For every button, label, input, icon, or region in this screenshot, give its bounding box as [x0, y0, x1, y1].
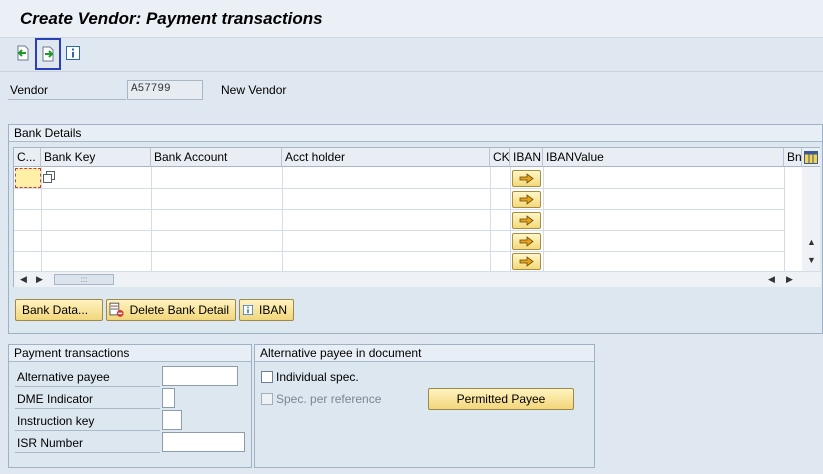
- col-divider: [543, 167, 544, 271]
- delete-bank-detail-label: Delete Bank Detail: [129, 303, 229, 317]
- scroll-up-icon[interactable]: ▲: [807, 237, 816, 247]
- payment-transactions-header: Payment transactions: [9, 345, 251, 362]
- scroll-left-icon[interactable]: ◀: [768, 274, 775, 285]
- bank-details-header: Bank Details: [9, 125, 822, 142]
- info-icon: [243, 305, 253, 315]
- col-divider: [490, 167, 491, 271]
- iban-row-button[interactable]: [512, 170, 541, 187]
- hand-pointer-icon: [519, 236, 534, 247]
- col-divider: [510, 167, 511, 271]
- col-divider: [282, 167, 283, 271]
- horizontal-scrollbar[interactable]: ◀ ▶ ::: ◀ ▶: [14, 272, 821, 287]
- hand-pointer-icon: [519, 256, 534, 267]
- dme-indicator-input[interactable]: [162, 388, 175, 408]
- iban-button[interactable]: IBAN: [239, 299, 294, 321]
- isr-number-input[interactable]: [162, 432, 245, 452]
- bank-data-button[interactable]: Bank Data...: [15, 299, 103, 321]
- row-divider: [14, 251, 784, 252]
- vendor-label-underline: [8, 99, 126, 100]
- iban-button-label: IBAN: [258, 303, 287, 317]
- row-divider: [14, 209, 784, 210]
- hand-pointer-icon: [519, 215, 534, 226]
- iban-row-button[interactable]: [512, 233, 541, 250]
- table-settings-icon: [804, 150, 818, 164]
- permitted-payee-button[interactable]: Permitted Payee: [428, 388, 574, 410]
- col-header-bank-key[interactable]: Bank Key: [41, 148, 151, 167]
- scroll-right-icon[interactable]: ▶: [786, 274, 793, 285]
- spec-per-reference-label: Spec. per reference: [276, 392, 382, 406]
- iban-row-button[interactable]: [512, 191, 541, 208]
- column-settings-button[interactable]: [802, 148, 820, 167]
- individual-spec-label: Individual spec.: [276, 370, 359, 384]
- alternative-payee-document-header: Alternative payee in document: [255, 345, 594, 362]
- title-bar: Create Vendor: Payment transactions: [0, 0, 823, 38]
- scroll-left-icon[interactable]: ◀: [20, 274, 27, 285]
- col-header-country[interactable]: C...: [14, 148, 41, 167]
- iban-row-button[interactable]: [512, 253, 541, 270]
- hand-pointer-icon: [519, 173, 534, 184]
- label-underline: [15, 430, 160, 431]
- alternative-payee-input[interactable]: [162, 366, 238, 386]
- information-button[interactable]: [64, 44, 82, 62]
- value-help-icon: [43, 171, 55, 183]
- col-header-bn[interactable]: Bn: [784, 148, 802, 167]
- iban-row-button[interactable]: [512, 212, 541, 229]
- arrow-right-page-icon: [42, 46, 54, 62]
- hand-pointer-icon: [519, 194, 534, 205]
- col-header-iban[interactable]: IBAN: [510, 148, 543, 167]
- application-toolbar: [0, 38, 823, 72]
- scroll-right-icon[interactable]: ▶: [36, 274, 43, 285]
- label-underline: [15, 452, 160, 453]
- col-header-acct-holder[interactable]: Acct holder: [282, 148, 490, 167]
- vendor-description: New Vendor: [221, 83, 287, 97]
- vendor-label: Vendor: [10, 83, 49, 97]
- scroll-down-icon[interactable]: ▼: [807, 255, 816, 265]
- dme-indicator-label: DME Indicator: [17, 392, 94, 406]
- vendor-number-field[interactable]: A57799: [127, 80, 203, 100]
- page-title: Create Vendor: Payment transactions: [20, 9, 323, 28]
- individual-spec-checkbox[interactable]: [261, 371, 273, 383]
- scroll-thumb[interactable]: :::: [54, 274, 114, 285]
- next-screen-button[interactable]: [35, 38, 61, 70]
- col-divider: [784, 167, 785, 271]
- bank-details-table: C... Bank Key Bank Account Acct holder C…: [13, 147, 821, 287]
- delete-bank-detail-button[interactable]: Delete Bank Detail: [106, 299, 236, 321]
- info-icon: [66, 46, 80, 60]
- bank-key-value-help[interactable]: [42, 170, 56, 184]
- row-divider: [14, 188, 784, 189]
- spec-per-reference-checkbox[interactable]: [261, 393, 273, 405]
- row-divider: [14, 230, 784, 231]
- arrow-left-page-icon: [17, 45, 29, 61]
- alternative-payee-label: Alternative payee: [17, 370, 110, 384]
- instruction-key-input[interactable]: [162, 410, 182, 430]
- isr-number-label: ISR Number: [17, 436, 84, 450]
- col-divider: [151, 167, 152, 271]
- label-underline: [15, 408, 160, 409]
- col-header-iban-value[interactable]: IBANValue: [543, 148, 784, 167]
- instruction-key-label: Instruction key: [17, 414, 95, 428]
- delete-row-icon: [109, 302, 124, 317]
- country-key-input[interactable]: [15, 168, 41, 188]
- label-underline: [15, 386, 160, 387]
- previous-screen-button[interactable]: [14, 44, 32, 62]
- col-header-bank-account[interactable]: Bank Account: [151, 148, 282, 167]
- vertical-scrollbar[interactable]: ▲ ▼: [802, 167, 820, 271]
- col-header-ck[interactable]: CK: [490, 148, 510, 167]
